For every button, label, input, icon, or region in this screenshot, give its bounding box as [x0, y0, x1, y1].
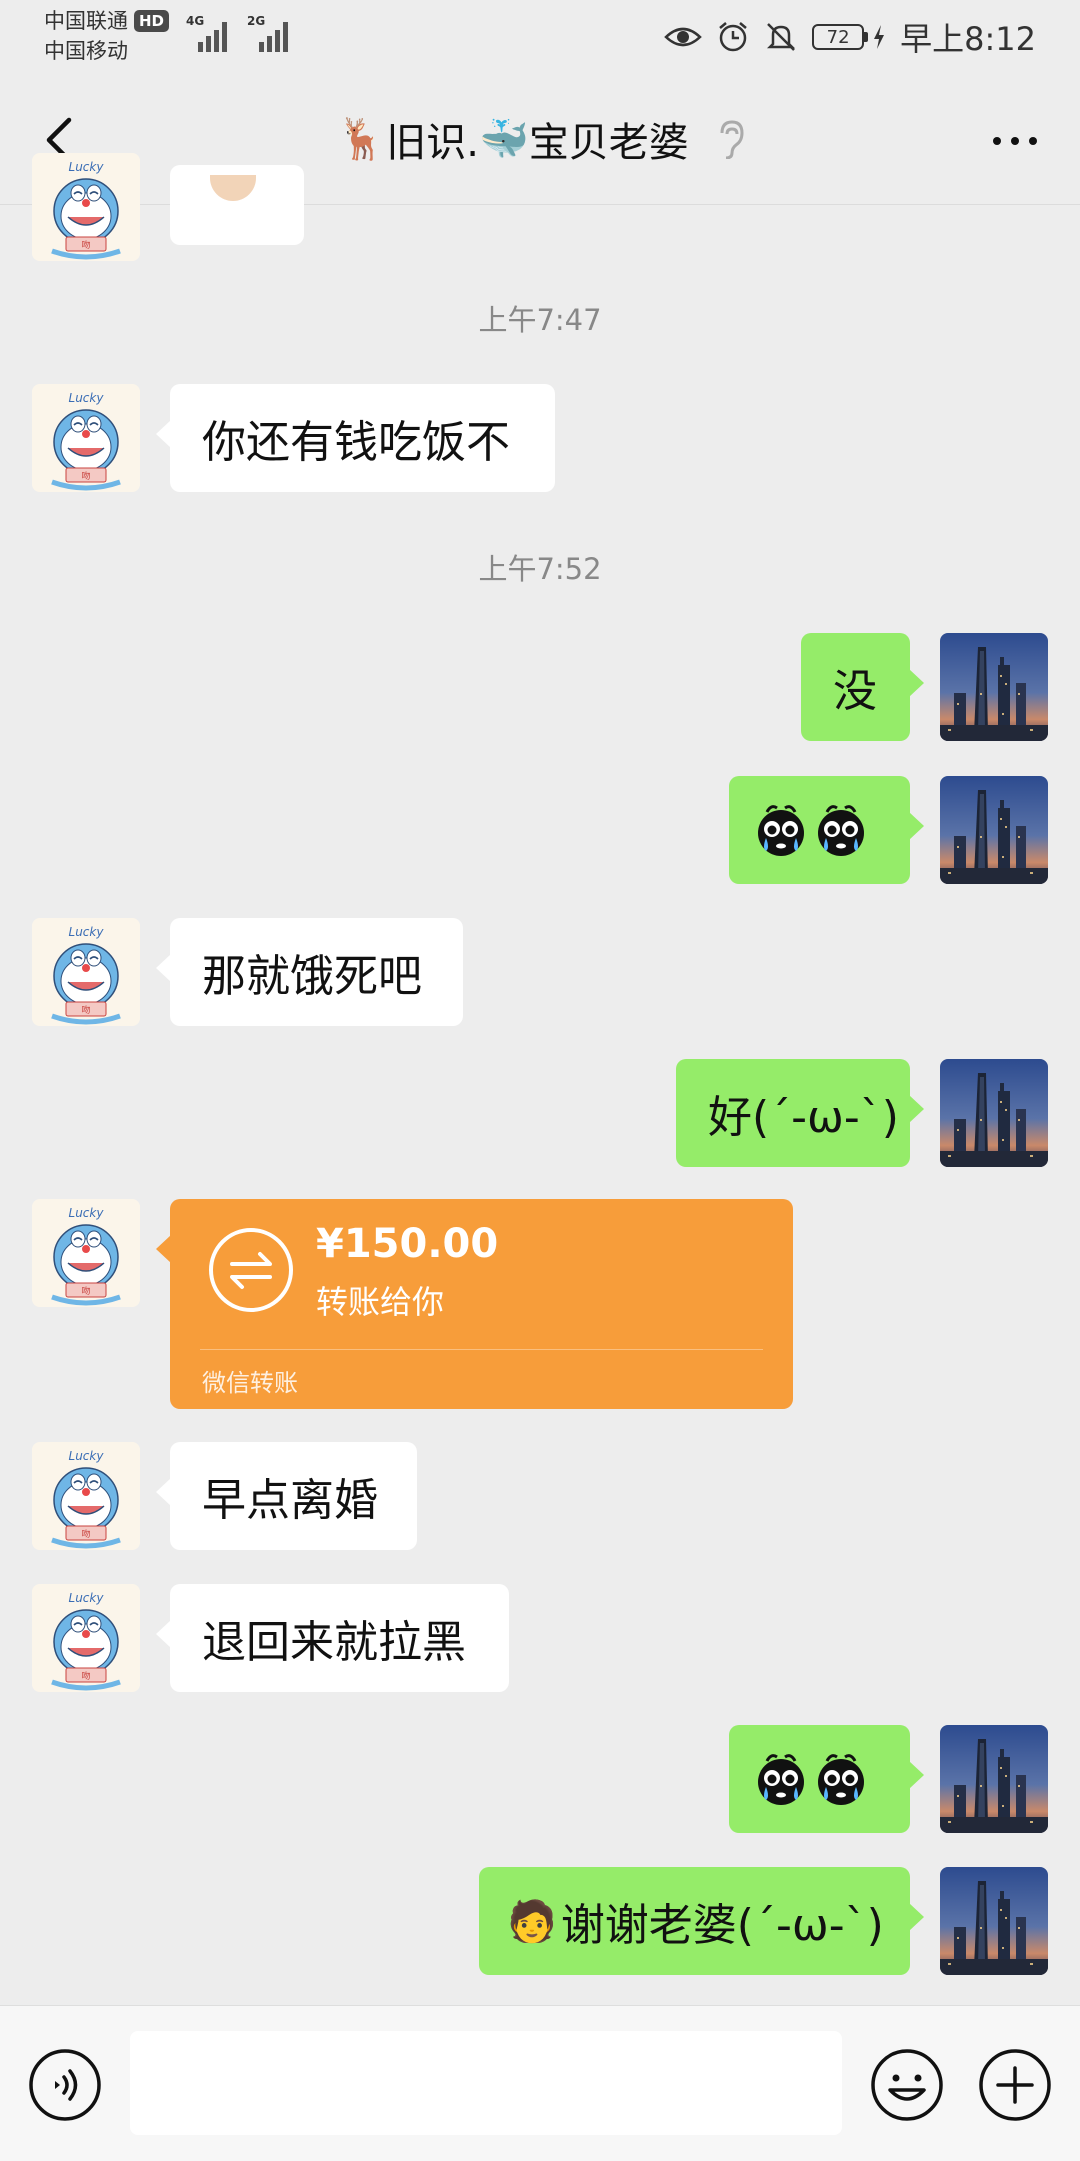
message-text: 谢谢老婆(´-ω-`) [560, 1900, 884, 1951]
transfer-footer: 微信转账 [202, 1369, 298, 1397]
self-avatar[interactable] [940, 1059, 1048, 1167]
transfer-arrows-icon [209, 1228, 293, 1312]
person-emoji-icon: 🧑 [507, 1898, 557, 1945]
self-avatar[interactable] [940, 633, 1048, 741]
more-dot-icon [1011, 137, 1019, 145]
status-bar: 中国联通 HD 中国移动 4G 2G 72 早上8:12 [0, 0, 1080, 76]
signal-2g-icon: 2G [247, 14, 288, 52]
network-type-2: 2G [247, 14, 266, 28]
contact-avatar[interactable] [32, 918, 140, 1026]
timestamp: 上午7:52 [478, 552, 602, 586]
input-bar [0, 2005, 1080, 2161]
crying-face-icon [813, 1751, 869, 1807]
title-text-2: 宝贝老婆 [528, 120, 689, 166]
self-avatar[interactable] [940, 1867, 1048, 1975]
message-input[interactable] [130, 2031, 842, 2135]
self-avatar[interactable] [940, 776, 1048, 884]
alarm-icon [719, 22, 747, 52]
message-bubble[interactable]: 好(´-ω-`) [676, 1059, 924, 1167]
transfer-amount: ¥150.00 [316, 1221, 499, 1267]
clock: 早上8:12 [900, 20, 1036, 58]
hd-badge: HD [134, 10, 170, 32]
self-avatar[interactable] [940, 1725, 1048, 1833]
message-bubble[interactable] [729, 1725, 924, 1833]
carrier-label-2: 中国移动 [44, 39, 128, 63]
signal-indicators: 4G 2G [186, 14, 288, 52]
message-bubble[interactable]: 那就饿死吧 [156, 918, 463, 1026]
message-bubble[interactable]: 没 [801, 633, 924, 741]
contact-avatar[interactable] [32, 1199, 140, 1307]
whale-emoji-icon: 🐳 [479, 116, 529, 163]
contact-avatar[interactable] [32, 153, 140, 261]
deer-emoji-icon: 🦌 [336, 116, 387, 163]
more-options-button[interactable] [980, 116, 1050, 166]
carrier-label-1: 中国联通 [44, 9, 128, 33]
carrier-info: 中国联通 HD 中国移动 [44, 6, 170, 66]
crying-face-icon [753, 1751, 809, 1807]
chat-area[interactable]: 上午7:47 你还有钱吃饭不 上午7:52 没 那就饿死吧 好(´-ω-`) ¥… [0, 153, 1080, 2005]
chat-header: 🦌旧识.🐳宝贝老婆 [0, 76, 1080, 205]
divider [200, 1349, 763, 1350]
message-bubble[interactable] [729, 776, 924, 884]
network-type-1: 4G [186, 14, 205, 28]
title-text-1: 旧识. [386, 120, 479, 166]
crying-face-icon [753, 802, 809, 858]
voice-input-button[interactable] [28, 2048, 102, 2122]
status-icons: 72 早上8:12 [664, 14, 1036, 60]
transfer-card[interactable]: ¥150.00 转账给你 微信转账 [156, 1199, 793, 1409]
mute-bell-icon [767, 23, 796, 51]
earpiece-mode-icon [720, 120, 744, 159]
message-bubble[interactable]: 退回来就拉黑 [156, 1584, 509, 1692]
message-bubble[interactable]: 🧑 谢谢老婆(´-ω-`) [479, 1867, 924, 1975]
signal-4g-icon: 4G [186, 14, 227, 52]
transfer-description: 转账给你 [316, 1283, 445, 1321]
partial-message-bubble[interactable] [170, 165, 304, 245]
timestamp: 上午7:47 [478, 303, 602, 337]
contact-avatar[interactable] [32, 1584, 140, 1692]
chat-title: 🦌旧识.🐳宝贝老婆 [0, 110, 1080, 168]
more-dot-icon [1029, 137, 1037, 145]
more-dot-icon [993, 137, 1001, 145]
message-bubble[interactable]: 早点离婚 [156, 1442, 417, 1550]
message-bubble[interactable]: 你还有钱吃饭不 [156, 384, 555, 492]
more-functions-button[interactable] [978, 2048, 1052, 2122]
thumbs-sticker-icon [210, 175, 256, 201]
crying-face-icon [813, 802, 869, 858]
contact-avatar[interactable] [32, 1442, 140, 1550]
emoji-button[interactable] [870, 2048, 944, 2122]
battery-icon: 72 [812, 24, 886, 50]
battery-level: 72 [826, 26, 850, 48]
contact-avatar[interactable] [32, 384, 140, 492]
eye-comfort-icon [664, 27, 702, 47]
